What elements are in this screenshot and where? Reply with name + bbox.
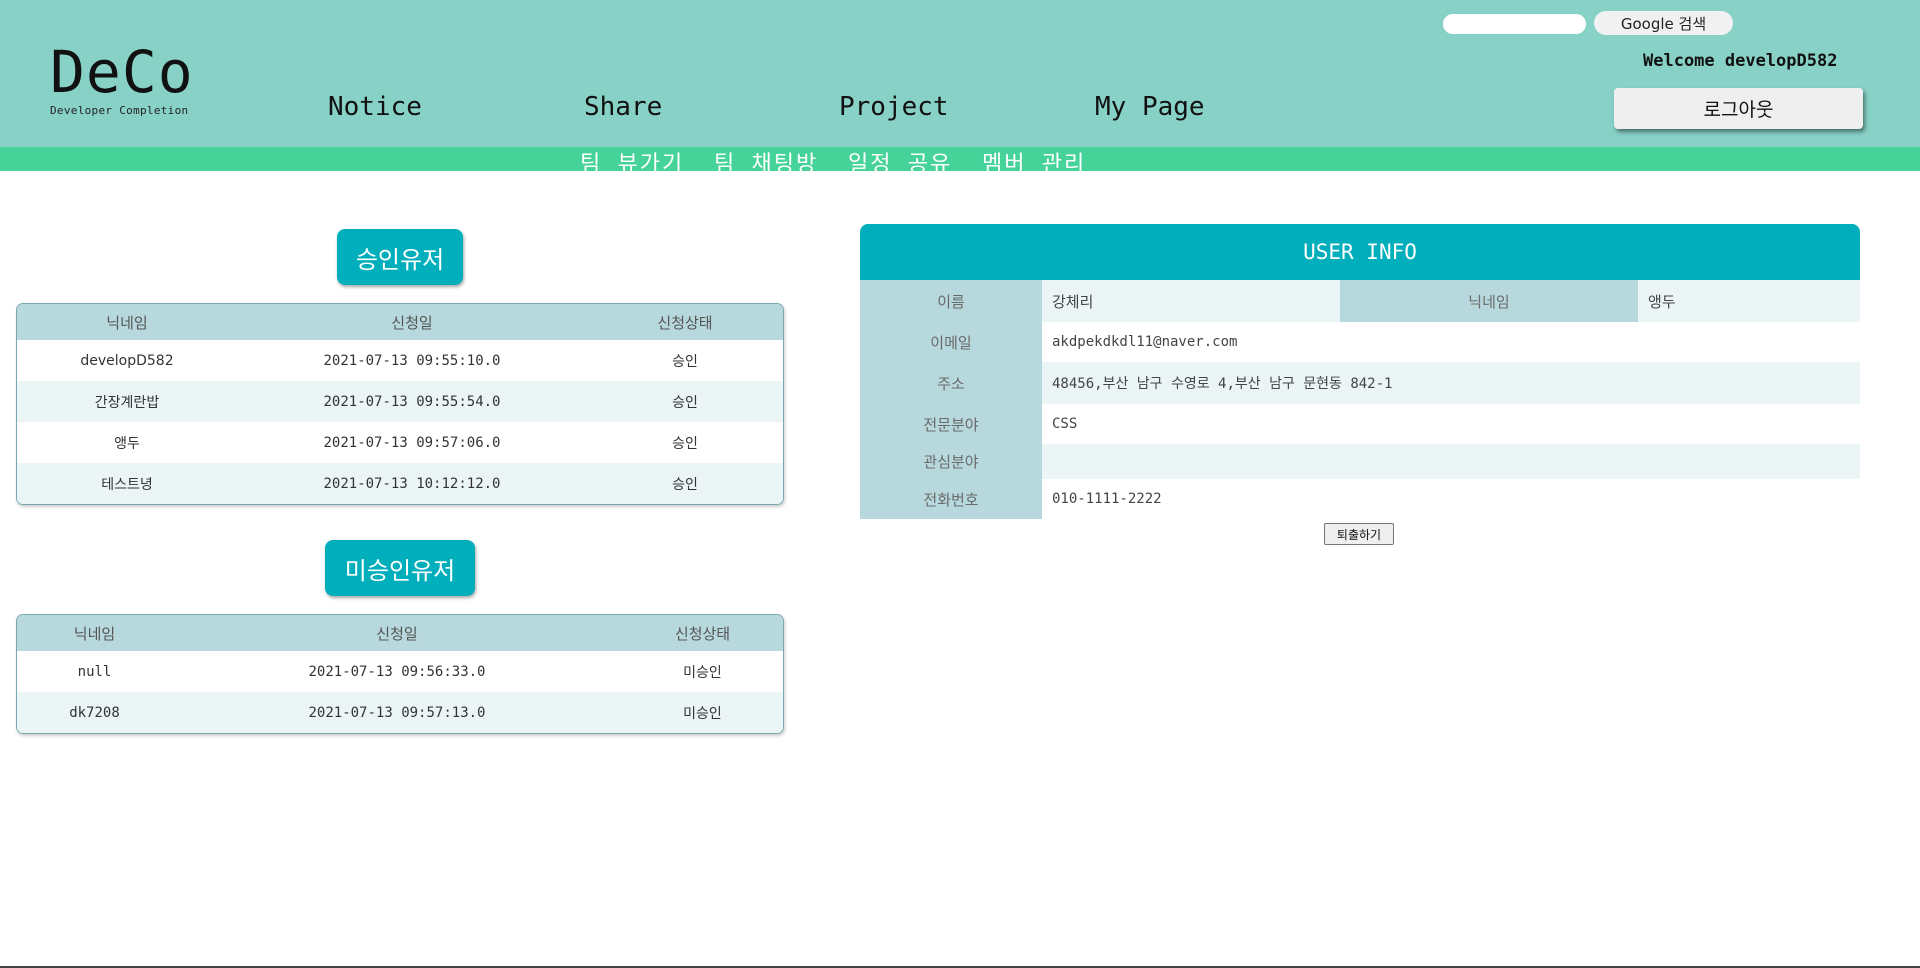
pending-users-title: 미승인유저 <box>325 540 475 596</box>
subnav-schedule-share[interactable]: 일정 공유 <box>848 146 952 178</box>
date-cell: 2021-07-13 10:12:12.0 <box>323 475 501 492</box>
nickname-cell: dk7208 <box>69 704 120 721</box>
table-row[interactable]: 테스트녕 2021-07-13 10:12:12.0 승인 <box>17 463 783 504</box>
date-cell: 2021-07-13 09:56:33.0 <box>308 663 486 680</box>
info-row-email: 이메일 akdpekdkdl11@naver.com <box>860 322 1860 362</box>
date-cell: 2021-07-13 09:55:10.0 <box>323 352 501 369</box>
table-row[interactable]: dk7208 2021-07-13 09:57:13.0 미승인 <box>17 692 783 733</box>
approved-users-table: 닉네임 신청일 신청상태 developD582 2021-07-13 09:5… <box>16 303 784 505</box>
info-row-address: 주소 48456,부산 남구 수영로 4,부산 남구 문현동 842-1 <box>860 362 1860 404</box>
phone-value: 010-1111-2222 <box>1052 491 1162 507</box>
approved-users-title: 승인유저 <box>337 229 463 285</box>
status-cell: 미승인 <box>683 705 722 722</box>
logo-title: DeCo <box>50 38 194 106</box>
address-label: 주소 <box>860 362 1042 404</box>
date-cell: 2021-07-13 09:55:54.0 <box>323 393 501 410</box>
nickname-cell: null <box>77 663 112 680</box>
user-info-panel: USER INFO 이름 강체리 닉네임 앵두 이메일 akdpekdkdl11… <box>860 224 1860 519</box>
logo[interactable]: DeCo Developer Completion <box>50 42 194 117</box>
nav-my-page[interactable]: My Page <box>1095 92 1205 122</box>
nickname-cell: 앵두 <box>114 435 140 452</box>
welcome-text: Welcome developD582 <box>1643 51 1838 71</box>
table-row[interactable]: null 2021-07-13 09:56:33.0 미승인 <box>17 651 783 692</box>
nav-project[interactable]: Project <box>839 92 949 122</box>
date-cell: 2021-07-13 09:57:06.0 <box>323 434 501 451</box>
info-row-phone: 전화번호 010-1111-2222 <box>860 479 1860 519</box>
nav-share[interactable]: Share <box>584 92 662 122</box>
status-cell: 미승인 <box>683 664 722 681</box>
column-header-status: 신청상태 <box>674 624 731 643</box>
subnav-team-chat[interactable]: 팀 채팅방 <box>714 146 818 178</box>
column-header-nickname: 닉네임 <box>106 313 148 332</box>
table-row[interactable]: 간장계란밥 2021-07-13 09:55:54.0 승인 <box>17 381 783 422</box>
expertise-value: CSS <box>1052 416 1078 432</box>
google-search-button[interactable]: Google 검색 <box>1594 11 1733 35</box>
interest-value <box>1042 444 1052 479</box>
table-row[interactable]: 앵두 2021-07-13 09:57:06.0 승인 <box>17 422 783 463</box>
table-header-row: 닉네임 신청일 신청상태 <box>17 304 783 340</box>
nickname-cell: developD582 <box>80 352 174 369</box>
nickname-cell: 테스트녕 <box>101 476 153 493</box>
table-row[interactable]: developD582 2021-07-13 09:55:10.0 승인 <box>17 340 783 381</box>
column-header-nickname: 닉네임 <box>73 624 116 643</box>
column-header-status: 신청상태 <box>657 313 713 332</box>
date-cell: 2021-07-13 09:57:13.0 <box>308 704 486 721</box>
email-value: akdpekdkdl11@naver.com <box>1052 334 1238 350</box>
column-header-date: 신청일 <box>376 624 418 643</box>
nickname-value: 앵두 <box>1648 292 1676 311</box>
info-row-expertise: 전문분야 CSS <box>860 404 1860 444</box>
email-label: 이메일 <box>860 322 1042 362</box>
nickname-cell: 간장계란밥 <box>94 394 160 411</box>
name-value: 강체리 <box>1052 292 1094 311</box>
nickname-label: 닉네임 <box>1340 280 1638 322</box>
status-cell: 승인 <box>672 394 698 411</box>
status-cell: 승인 <box>672 353 698 370</box>
status-cell: 승인 <box>672 476 698 493</box>
table-header-row: 닉네임 신청일 신청상태 <box>17 615 783 651</box>
column-header-date: 신청일 <box>391 313 433 332</box>
info-row-interest: 관심분야 <box>860 444 1860 479</box>
status-cell: 승인 <box>672 435 698 452</box>
header: DeCo Developer Completion Notice Share P… <box>0 0 1920 147</box>
search-input[interactable] <box>1443 14 1586 34</box>
logout-button[interactable]: 로그아웃 <box>1614 88 1863 129</box>
info-row-name: 이름 강체리 닉네임 앵두 <box>860 280 1860 322</box>
pending-users-table: 닉네임 신청일 신청상태 null 2021-07-13 09:56:33.0 … <box>16 614 784 734</box>
subnav-member-manage[interactable]: 멤버 관리 <box>982 146 1086 178</box>
phone-label: 전화번호 <box>860 479 1042 519</box>
expertise-label: 전문분야 <box>860 404 1042 444</box>
logo-subtitle: Developer Completion <box>50 104 189 117</box>
nav-notice[interactable]: Notice <box>328 92 422 122</box>
sub-navigation: 팀 뷰가기 팀 채팅방 일정 공유 멤버 관리 <box>0 147 1920 177</box>
address-value: 48456,부산 남구 수영로 4,부산 남구 문현동 842-1 <box>1052 376 1393 392</box>
subnav-team-view[interactable]: 팀 뷰가기 <box>580 146 684 178</box>
name-label: 이름 <box>860 280 1042 322</box>
interest-label: 관심분야 <box>860 444 1042 479</box>
withdraw-button[interactable]: 퇴출하기 <box>1324 523 1394 545</box>
user-info-title: USER INFO <box>860 224 1860 280</box>
